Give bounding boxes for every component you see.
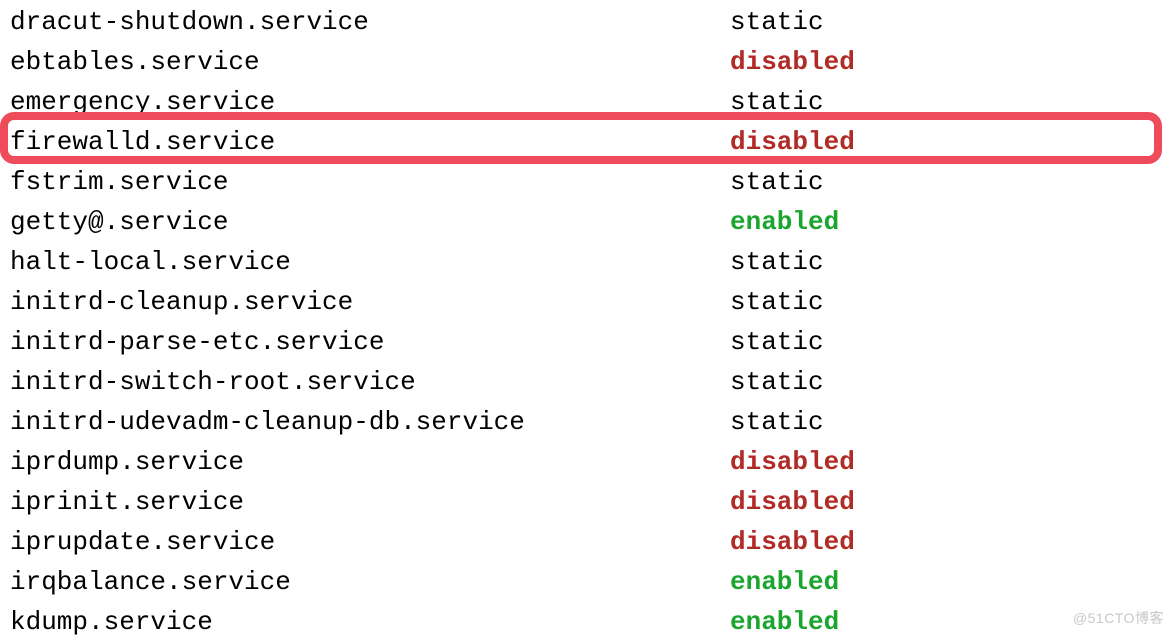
service-status: static xyxy=(730,162,824,202)
service-row: getty@.serviceenabled xyxy=(10,202,1170,242)
service-status: enabled xyxy=(730,562,839,602)
service-row: iprinit.servicedisabled xyxy=(10,482,1170,522)
service-row: initrd-switch-root.servicestatic xyxy=(10,362,1170,402)
watermark: @51CTO博客 xyxy=(1073,598,1164,638)
service-status: static xyxy=(730,82,824,122)
service-row: iprupdate.servicedisabled xyxy=(10,522,1170,562)
service-name: halt-local.service xyxy=(10,242,730,282)
service-name: iprupdate.service xyxy=(10,522,730,562)
service-name: initrd-cleanup.service xyxy=(10,282,730,322)
service-name: initrd-switch-root.service xyxy=(10,362,730,402)
service-status: disabled xyxy=(730,122,855,162)
service-name: fstrim.service xyxy=(10,162,730,202)
service-status: static xyxy=(730,242,824,282)
service-row: kdump.serviceenabled xyxy=(10,602,1170,642)
service-name: getty@.service xyxy=(10,202,730,242)
service-status: static xyxy=(730,2,824,42)
service-row: fstrim.servicestatic xyxy=(10,162,1170,202)
service-name: iprdump.service xyxy=(10,442,730,482)
service-status: static xyxy=(730,402,824,442)
service-name: firewalld.service xyxy=(10,122,730,162)
service-name: dracut-shutdown.service xyxy=(10,2,730,42)
service-row: ebtables.servicedisabled xyxy=(10,42,1170,82)
service-status: static xyxy=(730,322,824,362)
service-status: disabled xyxy=(730,42,855,82)
service-name: iprinit.service xyxy=(10,482,730,522)
service-row: dracut-shutdown.servicestatic xyxy=(10,2,1170,42)
service-name: irqbalance.service xyxy=(10,562,730,602)
service-name: emergency.service xyxy=(10,82,730,122)
service-name: ebtables.service xyxy=(10,42,730,82)
service-status: disabled xyxy=(730,522,855,562)
service-status: enabled xyxy=(730,602,839,642)
service-status: static xyxy=(730,362,824,402)
service-name: kdump.service xyxy=(10,602,730,642)
service-row: iprdump.servicedisabled xyxy=(10,442,1170,482)
service-name: initrd-udevadm-cleanup-db.service xyxy=(10,402,730,442)
service-row: firewalld.servicedisabled xyxy=(10,122,1170,162)
service-row: halt-local.servicestatic xyxy=(10,242,1170,282)
service-status: enabled xyxy=(730,202,839,242)
service-status: static xyxy=(730,282,824,322)
service-row: irqbalance.serviceenabled xyxy=(10,562,1170,602)
service-row: initrd-cleanup.servicestatic xyxy=(10,282,1170,322)
service-status: disabled xyxy=(730,442,855,482)
service-row: initrd-udevadm-cleanup-db.servicestatic xyxy=(10,402,1170,442)
service-status: disabled xyxy=(730,482,855,522)
service-row: emergency.servicestatic xyxy=(10,82,1170,122)
service-list: dracut-shutdown.servicestaticebtables.se… xyxy=(10,2,1170,642)
service-name: initrd-parse-etc.service xyxy=(10,322,730,362)
service-row: initrd-parse-etc.servicestatic xyxy=(10,322,1170,362)
